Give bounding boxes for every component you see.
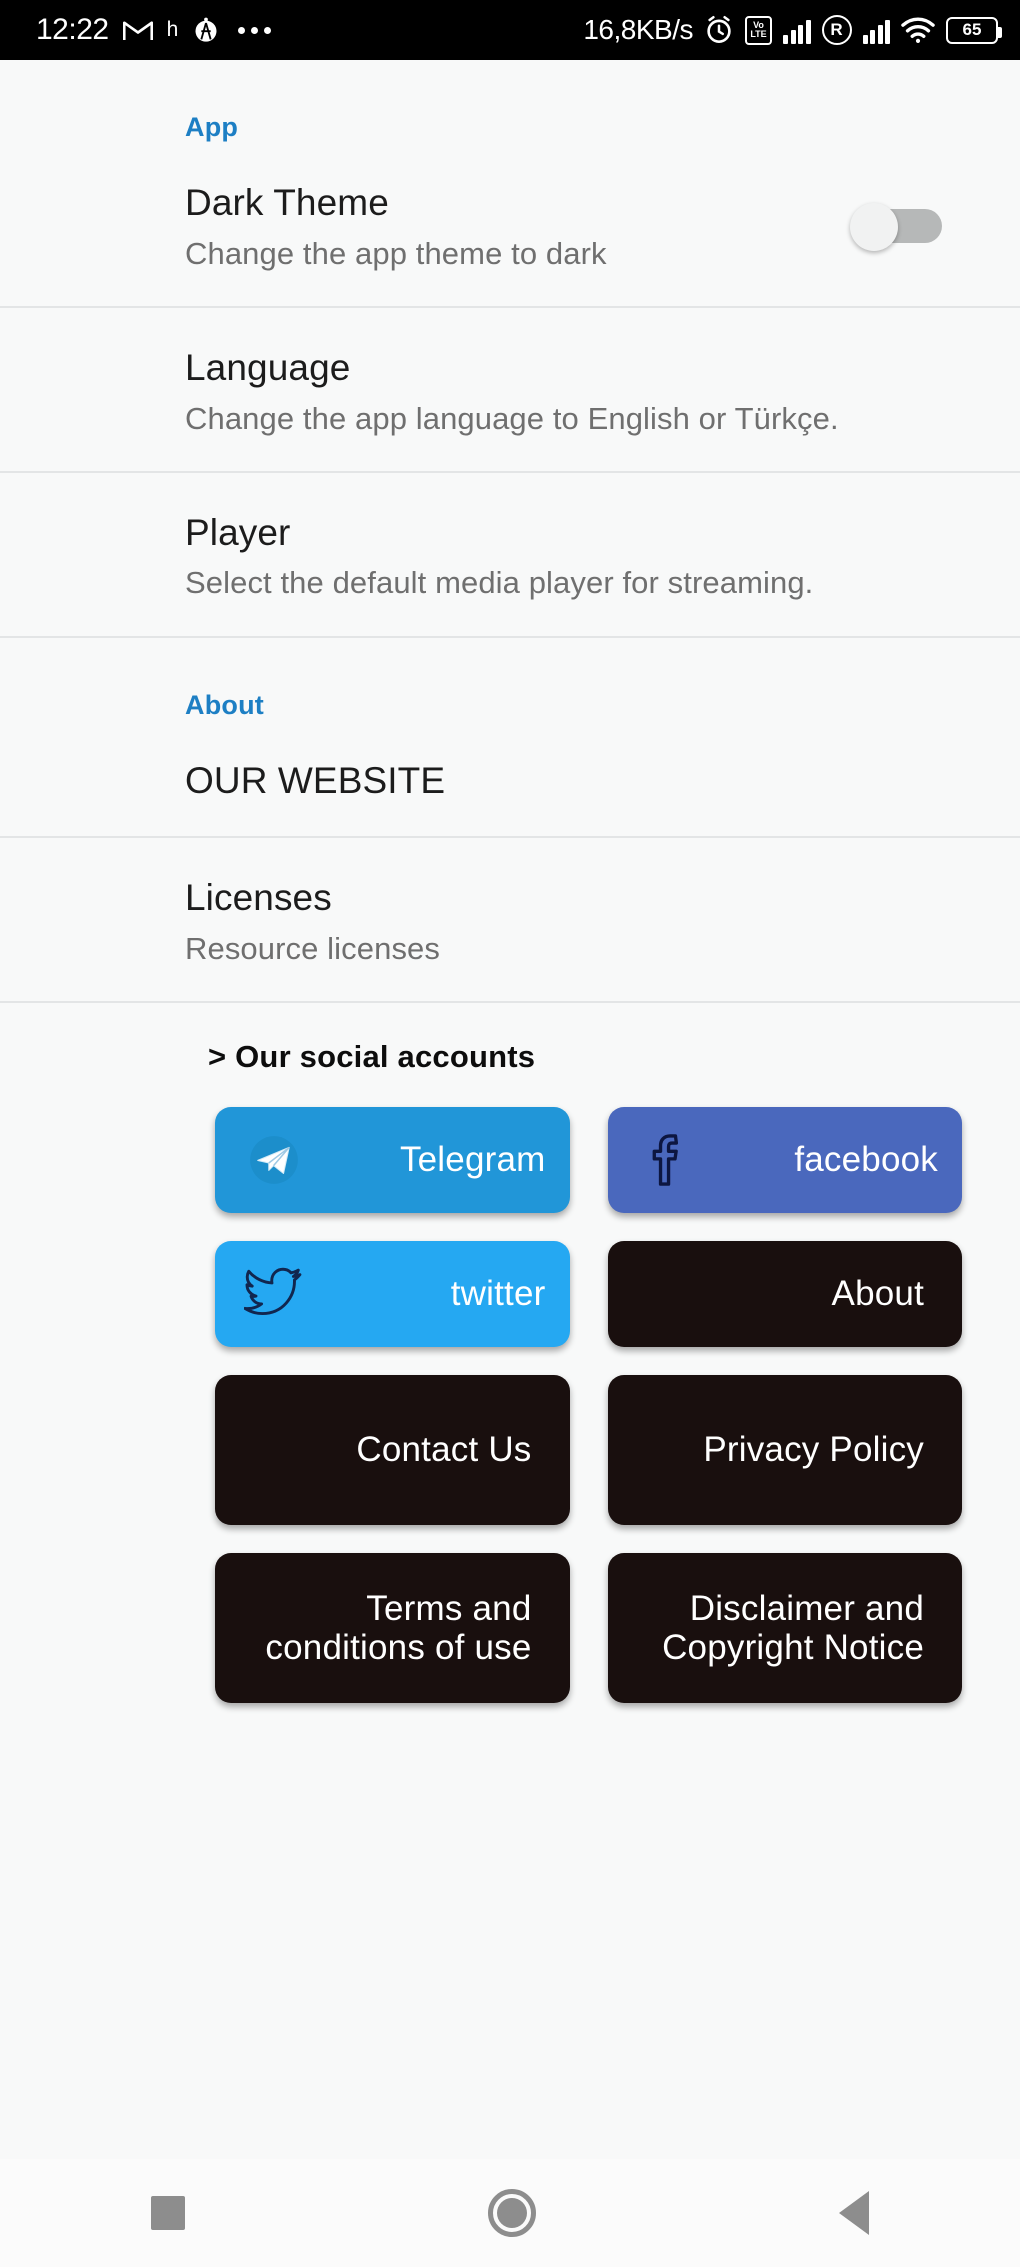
triangle-back-icon[interactable]: [838, 2191, 869, 2235]
section-header-app: App: [185, 112, 239, 142]
social-button-label: Contact Us: [356, 1430, 532, 1470]
signal-bars-sim1-icon: [783, 17, 811, 44]
more-notifications-icon: [238, 26, 272, 34]
social-button-label: twitter: [450, 1274, 546, 1314]
row-subtitle: Change the app language to English or Tü…: [185, 400, 839, 436]
status-clock: 12:22: [36, 13, 109, 46]
toggle-thumb: [850, 203, 898, 252]
wifi-icon: [901, 16, 935, 44]
row-text-block: Language Change the app language to Engl…: [185, 346, 980, 437]
phone-screen: 12:22 h 16,8KB/s Vo LTE R 65 App Dark Th…: [0, 0, 1020, 2267]
signal-bars-sim2-icon: [862, 17, 890, 44]
status-bar-right: 16,8KB/s Vo LTE R 65: [583, 14, 1002, 46]
row-text-block: Licenses Resource licenses: [185, 876, 980, 967]
social-accounts-panel: > Our social accounts Telegram facebook …: [0, 1003, 1020, 1704]
status-bar-left: 12:22 h: [36, 13, 272, 47]
disclaimer-copyright-button[interactable]: Disclaimer and Copyright Notice: [607, 1553, 962, 1704]
contact-us-button[interactable]: Contact Us: [215, 1375, 570, 1526]
settings-row-our-website[interactable]: OUR WEBSITE: [0, 721, 1020, 839]
network-speed-label: 16,8KB/s: [583, 14, 693, 45]
bottom-spacer: [0, 1703, 1020, 1787]
settings-content: App Dark Theme Change the app theme to d…: [0, 60, 1020, 1788]
dark-theme-toggle[interactable]: [850, 203, 942, 252]
row-title: OUR WEBSITE: [185, 759, 446, 801]
alarm-clock-icon: [704, 15, 734, 45]
about-button[interactable]: About: [607, 1241, 962, 1348]
section-header-about: About: [185, 689, 264, 720]
social-button-label: About: [831, 1274, 924, 1314]
social-button-label: Telegram: [399, 1140, 546, 1180]
android-navigation-bar: [0, 2159, 1020, 2267]
status-h-label: h: [166, 18, 179, 41]
volte-bottom-label: LTE: [750, 29, 767, 39]
social-buttons-grid: Telegram facebook twitter About Contact …: [0, 1075, 1020, 1704]
social-accounts-heading: > Our social accounts: [208, 1039, 536, 1075]
settings-row-player[interactable]: Player Select the default media player f…: [0, 473, 1020, 638]
status-bar: 12:22 h 16,8KB/s Vo LTE R 65: [0, 0, 1020, 60]
twitter-bird-icon: [239, 1259, 309, 1329]
volte-icon: Vo LTE: [745, 15, 772, 45]
battery-icon: 65: [946, 16, 1002, 44]
row-subtitle: Select the default media player for stre…: [185, 565, 814, 601]
circle-home-icon[interactable]: [487, 2189, 536, 2237]
social-button-label: Privacy Policy: [703, 1430, 924, 1470]
social-button-label: facebook: [794, 1140, 938, 1180]
row-text-block: Dark Theme Change the app theme to dark: [185, 181, 850, 272]
row-title: Dark Theme: [185, 182, 389, 223]
row-subtitle: Resource licenses: [185, 930, 440, 966]
gmail-icon: [122, 18, 153, 42]
battery-level-label: 65: [962, 20, 982, 39]
row-title: Player: [185, 511, 291, 553]
settings-row-licenses[interactable]: Licenses Resource licenses: [0, 838, 1020, 1004]
row-text-block: Player Select the default media player f…: [185, 511, 980, 602]
settings-row-language[interactable]: Language Change the app language to Engl…: [0, 308, 1020, 473]
settings-row-dark-theme[interactable]: Dark Theme Change the app theme to dark: [0, 143, 1020, 308]
privacy-policy-button[interactable]: Privacy Policy: [607, 1375, 962, 1526]
telegram-paper-plane-icon: [239, 1125, 309, 1195]
facebook-button[interactable]: facebook: [607, 1107, 962, 1214]
terms-and-conditions-button[interactable]: Terms and conditions of use: [215, 1553, 570, 1704]
row-title: Language: [185, 346, 351, 388]
row-subtitle: Change the app theme to dark: [185, 235, 607, 271]
row-text-block: OUR WEBSITE: [185, 759, 980, 803]
social-button-label: Disclaimer and Copyright Notice: [662, 1588, 924, 1668]
facebook-f-icon: [632, 1125, 702, 1195]
square-recents-icon[interactable]: [151, 2196, 186, 2230]
roaming-icon: R: [821, 15, 852, 45]
social-button-label: Terms and conditions of use: [265, 1588, 532, 1668]
telegram-button[interactable]: Telegram: [215, 1107, 570, 1214]
row-title: Licenses: [185, 877, 332, 919]
twitter-button[interactable]: twitter: [215, 1241, 570, 1348]
app-notification-icon: [192, 16, 220, 44]
